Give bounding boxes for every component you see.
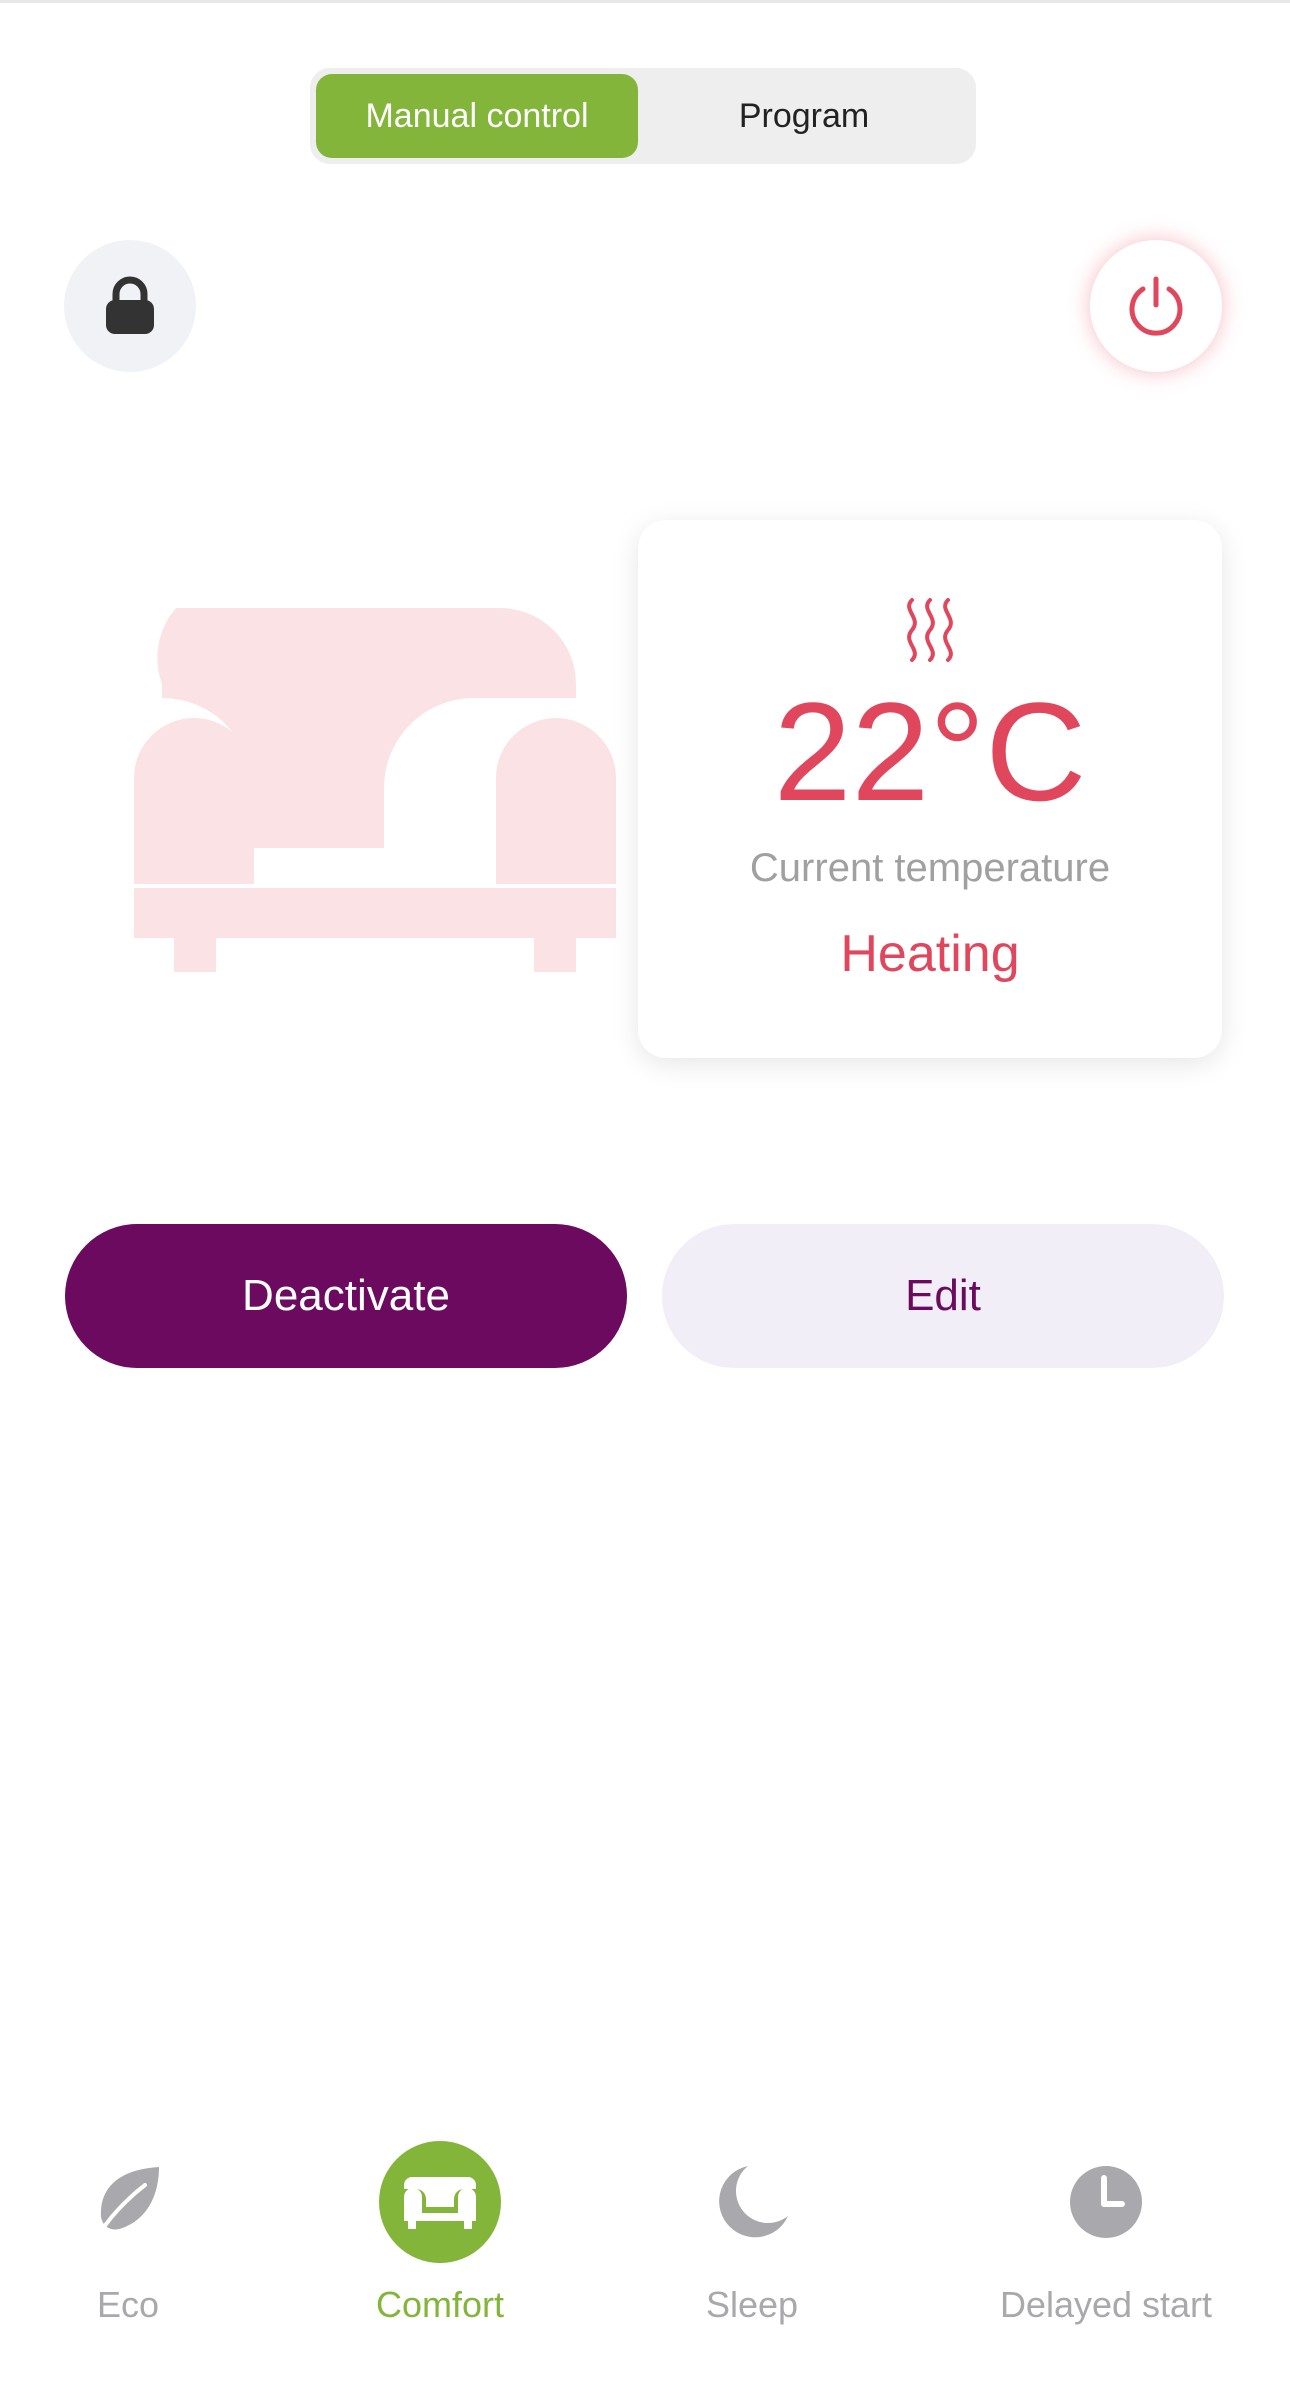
tab-delayed-start-label: Delayed start (999, 2284, 1213, 2325)
power-button[interactable] (1090, 240, 1222, 372)
lock-button[interactable] (64, 240, 196, 372)
manual-control-segment[interactable]: Manual control (316, 74, 638, 158)
deactivate-button[interactable]: Deactivate (65, 1224, 627, 1368)
tab-delayed-start[interactable]: Delayed start (986, 2140, 1226, 2380)
tab-eco-label: Eco (96, 2284, 160, 2325)
bottom-tab-bar: Eco Comfort Sleep Delayed start (0, 2140, 1290, 2388)
clock-icon (1044, 2140, 1168, 2264)
comfort-tab-icon-wrap (378, 2140, 502, 2264)
top-divider (0, 0, 1290, 3)
power-icon (1129, 276, 1183, 336)
leaf-icon (66, 2140, 190, 2264)
tab-sleep-label: Sleep (705, 2284, 799, 2325)
tab-comfort[interactable]: Comfort (340, 2140, 540, 2380)
tab-eco[interactable]: Eco (66, 2140, 190, 2380)
armchair-icon (379, 2141, 501, 2263)
tab-comfort-label: Comfort (375, 2284, 505, 2325)
temperature-card: 22°C Current temperature Heating (638, 520, 1222, 1058)
current-temperature-value: 22°C (773, 673, 1087, 830)
lock-icon (106, 276, 154, 334)
heating-status: Heating (840, 925, 1020, 983)
moon-icon (690, 2140, 814, 2264)
current-temperature-label: Current temperature (749, 846, 1111, 890)
armchair-illustration (134, 608, 616, 972)
program-segment[interactable]: Program (638, 74, 970, 158)
heating-waves-icon (907, 598, 953, 662)
edit-button[interactable]: Edit (662, 1224, 1224, 1368)
tab-sleep[interactable]: Sleep (690, 2140, 814, 2380)
mode-segmented-control: Manual control Program (310, 68, 976, 164)
